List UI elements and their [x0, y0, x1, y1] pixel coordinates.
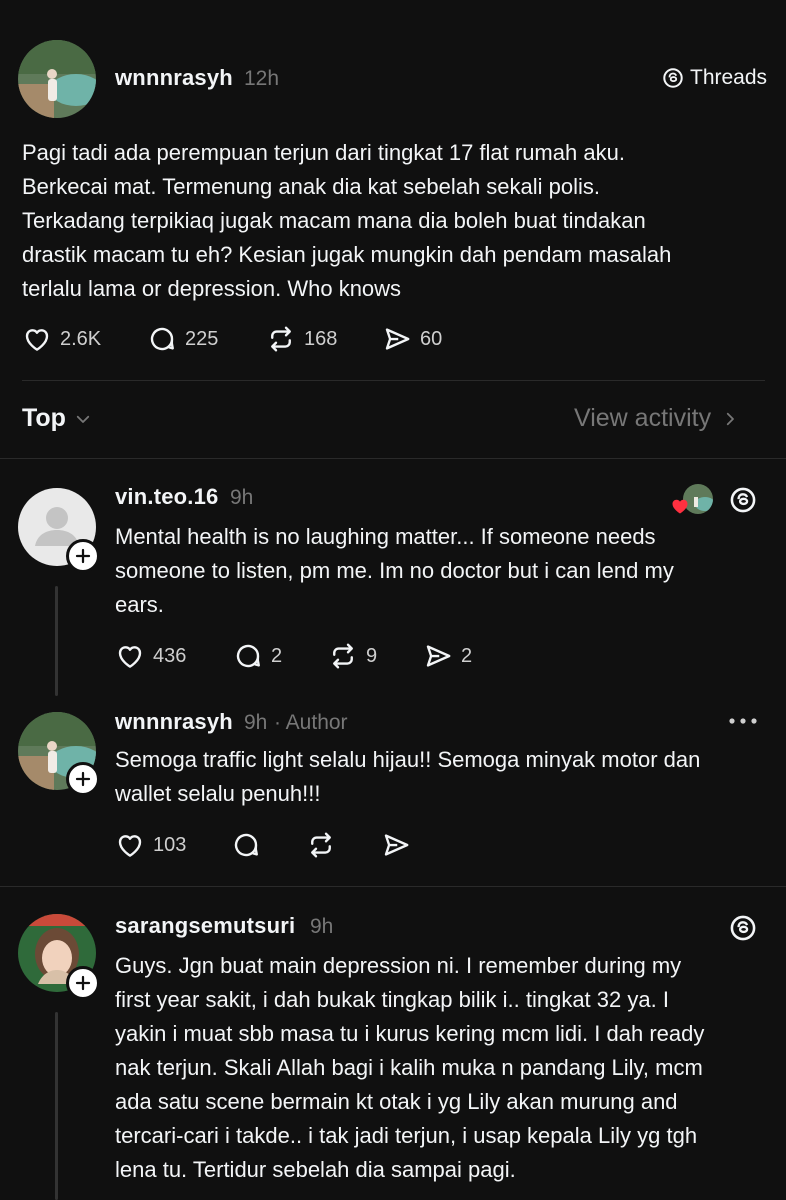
reply-line: ada satu scene bermain kt otak i yg Lily…: [115, 1089, 678, 1114]
reply-comment-count: 2: [271, 644, 283, 667]
post-line: Berkecai mat. Termenung anak dia kat seb…: [22, 174, 601, 199]
plus-icon: [75, 771, 91, 787]
reply-line: someone to listen, pm me. Im no doctor b…: [115, 558, 674, 583]
post-like-button[interactable]: 2.6K: [22, 324, 101, 354]
reply-line: nak terjun. Skali Allah bagi i kalih muk…: [115, 1055, 703, 1080]
thread-line: [55, 1012, 58, 1200]
reply-line: first year sakit, i dah bukak tingkap bi…: [115, 987, 669, 1012]
view-activity-link[interactable]: View activity: [574, 404, 739, 433]
threads-brand-link[interactable]: Threads: [662, 66, 767, 90]
reply-username[interactable]: sarangsemutsuri: [115, 913, 295, 939]
repost-icon: [271, 326, 291, 352]
reply-body: Semoga traffic light selalu hijau!! Semo…: [115, 743, 775, 811]
divider: [0, 886, 786, 887]
post-repost-count: 168: [304, 327, 338, 350]
reply-comment-button[interactable]: 2: [233, 641, 282, 671]
reply-repost-button[interactable]: [306, 830, 336, 860]
post-time: 12h: [244, 67, 280, 90]
reply-username[interactable]: vin.teo.16: [115, 484, 218, 510]
author-tag: · Author: [274, 711, 348, 734]
reply-body: Guys. Jgn buat main depression ni. I rem…: [115, 949, 780, 1187]
repost-icon: [311, 832, 331, 858]
share-icon: [385, 328, 410, 350]
reply-line: Guys. Jgn buat main depression ni. I rem…: [115, 953, 682, 978]
share-icon: [426, 645, 451, 667]
thread-line: [55, 586, 58, 696]
more-options-icon[interactable]: [728, 716, 758, 726]
post-line: drastik macam tu eh? Kesian jugak mungki…: [22, 242, 672, 267]
reply-line: yakin i muat sbb masa tu i kurus kering …: [115, 1021, 705, 1046]
reply-line: Mental health is no laughing matter... I…: [115, 524, 656, 549]
reply-share-button[interactable]: 2: [423, 641, 472, 671]
threads-logo-icon: [663, 68, 683, 88]
reply-comment-button[interactable]: [231, 830, 261, 860]
chevron-down-icon: [76, 415, 90, 423]
post-author-avatar[interactable]: [18, 40, 96, 118]
post-line: terlalu lama or depression. Who knows: [22, 276, 402, 301]
reply-like-button[interactable]: 103: [115, 830, 186, 860]
plus-icon: [75, 548, 91, 564]
divider: [0, 458, 786, 459]
repost-icon: [333, 643, 353, 669]
reply-line: ears.: [115, 592, 164, 617]
post-share-button[interactable]: 60: [382, 324, 442, 354]
follow-plus-button[interactable]: [66, 539, 100, 573]
comment-icon: [150, 327, 174, 351]
chevron-right-icon: [726, 412, 734, 425]
reply-like-button[interactable]: 436: [115, 641, 186, 671]
sort-dropdown[interactable]: Top: [22, 404, 92, 433]
liked-heart-icon: [672, 499, 688, 514]
reply-repost-button[interactable]: 9: [328, 641, 377, 671]
reply-time: 9h: [310, 915, 334, 938]
share-icon: [384, 834, 409, 856]
post-repost-button[interactable]: 168: [266, 324, 337, 354]
reply-username[interactable]: wnnnrasyh: [115, 709, 233, 735]
post-body: Pagi tadi ada perempuan terjun dari ting…: [22, 136, 772, 306]
heart-icon: [118, 646, 142, 668]
threads-brand-label: Threads: [690, 66, 768, 89]
post-line: Pagi tadi ada perempuan terjun dari ting…: [22, 140, 625, 165]
reply-repost-count: 9: [366, 644, 378, 667]
post-like-count: 2.6K: [60, 327, 102, 350]
reply-share-button[interactable]: [381, 830, 411, 860]
reply-body: Mental health is no laughing matter... I…: [115, 520, 775, 622]
reply-time: 9h: [244, 711, 268, 734]
post-reply-count: 225: [185, 327, 219, 350]
reply-like-count: 103: [153, 833, 187, 856]
reply-share-count: 2: [461, 644, 473, 667]
post-line: Terkadang terpikiaq jugak macam mana dia…: [22, 208, 646, 233]
sort-label: Top: [22, 404, 66, 432]
comment-icon: [234, 833, 258, 857]
heart-icon: [25, 329, 49, 351]
reply-time: 9h: [230, 486, 254, 509]
follow-plus-button[interactable]: [66, 762, 100, 796]
divider: [22, 380, 765, 381]
reply-line: Semoga traffic light selalu hijau!! Semo…: [115, 747, 701, 772]
threads-logo-icon[interactable]: [729, 486, 757, 514]
comment-icon: [236, 644, 260, 668]
plus-icon: [75, 975, 91, 991]
heart-icon: [118, 835, 142, 857]
avatar-photo: [18, 40, 96, 118]
reply-like-count: 436: [153, 644, 187, 667]
reply-line: lena tu. Tertidur sebelah dia sampai pag…: [115, 1157, 516, 1182]
post-username[interactable]: wnnnrasyh: [115, 65, 233, 91]
reply-line: wallet selalu penuh!!!: [115, 781, 321, 806]
reply-line: tercari-cari i takde.. i tak jadi terjun…: [115, 1123, 698, 1148]
threads-logo-icon[interactable]: [729, 914, 757, 942]
view-activity-label: View activity: [574, 404, 712, 432]
follow-plus-button[interactable]: [66, 966, 100, 1000]
post-share-count: 60: [420, 327, 443, 350]
post-reply-button[interactable]: 225: [147, 324, 218, 354]
